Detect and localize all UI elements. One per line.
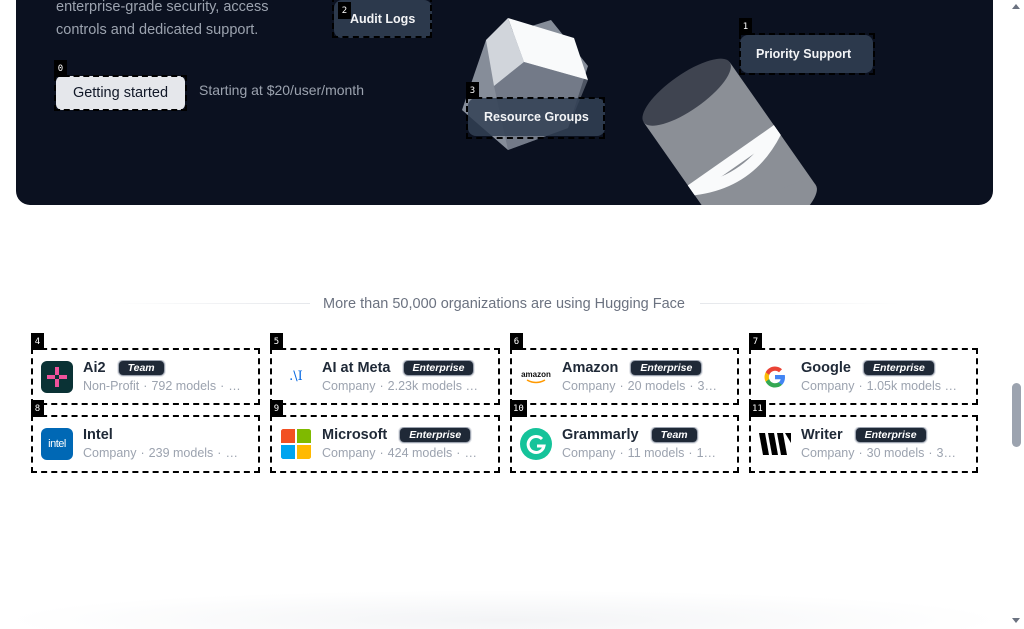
org-badge: Enterprise xyxy=(630,360,703,376)
hero-description: enterprise-grade security, access contro… xyxy=(56,0,316,42)
org-more: … xyxy=(228,379,241,393)
priority-support-chip: Priority Support xyxy=(740,35,873,73)
org-models: 30 models xyxy=(866,446,925,460)
amazon-logo: amazon xyxy=(520,360,552,393)
microsoft-squares-icon xyxy=(281,428,311,459)
grammarly-logo xyxy=(520,427,552,460)
org-models: 239 models xyxy=(148,446,214,460)
org-type: Company xyxy=(801,446,855,460)
writer-w-icon xyxy=(759,432,791,455)
ai2-logo xyxy=(41,360,73,393)
grammarly-g-icon xyxy=(526,434,546,454)
org-type: Company xyxy=(801,379,855,393)
org-name: Grammarly xyxy=(562,427,639,443)
microsoft-logo xyxy=(280,427,312,460)
org-more: … xyxy=(465,379,479,393)
org-badge: Team xyxy=(650,427,698,443)
org-models: 11 models xyxy=(627,446,685,460)
org-more: 1… xyxy=(696,446,717,460)
org-info: Microsoft Enterprise Company · 424 models ·… xyxy=(322,427,499,460)
org-name: Google xyxy=(801,360,851,376)
org-meta: Company · 2.23k models … xyxy=(322,379,479,393)
audit-logs-chip: Audit Logs xyxy=(334,0,432,38)
org-info: Ai2 Team Non-Profit · 792 models ·… xyxy=(83,360,260,393)
org-card-intel[interactable]: intel Intel Company · 239 models ·… xyxy=(31,415,260,472)
org-card-google[interactable]: Google Enterprise Company · 1.05k models … xyxy=(749,348,978,405)
orgs-section-title: More than 50,000 organizations are using… xyxy=(323,296,685,312)
org-models: 792 models xyxy=(151,379,217,393)
org-card-ai-at-meta[interactable]: .\I AI at Meta Enterprise Company · 2.23k m… xyxy=(270,348,499,405)
cube-illustration xyxy=(462,18,588,150)
amazon-wordmark-icon: amazon xyxy=(521,369,551,379)
org-type: Company xyxy=(322,446,376,460)
writer-logo xyxy=(759,427,791,460)
org-info: Google Enterprise Company · 1.05k models … xyxy=(801,360,978,393)
org-name: Microsoft xyxy=(322,427,388,443)
org-models: 424 models xyxy=(387,446,453,460)
intel-logo: intel xyxy=(41,427,73,460)
page-scrollbar[interactable] xyxy=(1008,0,1024,629)
org-type: Non-Profit xyxy=(83,379,140,393)
org-info: Grammarly Team Company · 11 models · 1… xyxy=(562,427,739,460)
org-badge: Enterprise xyxy=(854,427,927,443)
org-type: Company xyxy=(562,379,616,393)
org-type: Company xyxy=(562,446,616,460)
org-badge: Enterprise xyxy=(399,427,472,443)
org-more: … xyxy=(464,446,477,460)
org-meta: Company · 1.05k models … xyxy=(801,379,958,393)
scroll-up-arrow-icon[interactable] xyxy=(1012,4,1020,9)
org-meta: Company · 239 models ·… xyxy=(83,446,238,460)
org-meta: Non-Profit · 792 models ·… xyxy=(83,379,241,393)
org-models: 20 models xyxy=(627,379,686,393)
org-name: Amazon xyxy=(562,360,619,376)
org-meta: Company · 424 models ·… xyxy=(322,446,477,460)
intel-wordmark-icon: intel xyxy=(48,437,66,450)
org-more: … xyxy=(944,379,958,393)
org-card-writer[interactable]: Writer Enterprise Company · 30 models · 3… xyxy=(749,415,978,472)
org-meta: Company · 11 models · 1… xyxy=(562,446,717,460)
google-logo xyxy=(759,360,791,393)
org-badge: Enterprise xyxy=(402,360,475,376)
org-meta: Company · 30 models · 3… xyxy=(801,446,956,460)
hero-description-line-1: enterprise-grade security, access xyxy=(56,0,269,15)
org-card-grammarly[interactable]: Grammarly Team Company · 11 models · 1… xyxy=(510,415,739,472)
org-more: 3… xyxy=(936,446,956,460)
scroll-thumb[interactable] xyxy=(1012,383,1021,447)
org-card-microsoft[interactable]: Microsoft Enterprise Company · 424 models ·… xyxy=(270,415,499,472)
org-info: Writer Enterprise Company · 30 models · 3… xyxy=(801,427,978,460)
org-models: 2.23k models xyxy=(387,379,463,393)
org-info: Intel Company · 239 models ·… xyxy=(83,427,260,460)
bottom-section-shadow xyxy=(0,590,1008,629)
org-name: Writer xyxy=(801,427,843,443)
org-info: Amazon Enterprise Company · 20 models · 3… xyxy=(562,360,739,393)
org-card-ai2[interactable]: Ai2 Team Non-Profit · 792 models ·… xyxy=(31,348,260,405)
ai2-mark-icon xyxy=(47,366,67,387)
org-meta: Company · 20 models · 3… xyxy=(562,379,717,393)
org-models: 1.05k models xyxy=(866,379,942,393)
meta-logo: .\I xyxy=(280,360,312,393)
meta-ai-mark-icon: .\I xyxy=(289,369,303,384)
org-info: AI at Meta Enterprise Company · 2.23k model… xyxy=(322,360,499,393)
org-name: AI at Meta xyxy=(322,360,391,376)
org-more: 3… xyxy=(697,379,717,393)
price-text: Starting at $20/user/month xyxy=(199,82,364,98)
resource-groups-chip: Resource Groups xyxy=(468,98,605,136)
org-badge: Team xyxy=(117,360,165,376)
enterprise-hero: enterprise-grade security, access contro… xyxy=(16,0,993,205)
org-name: Intel xyxy=(83,427,113,443)
amazon-smile-icon xyxy=(526,378,546,383)
org-badge: Enterprise xyxy=(862,360,935,376)
org-more: … xyxy=(225,446,238,460)
scroll-down-arrow-icon[interactable] xyxy=(1012,618,1020,623)
org-name: Ai2 xyxy=(83,360,106,376)
org-card-amazon[interactable]: amazon Amazon Enterprise Company · 20 model… xyxy=(510,348,739,405)
google-g-icon xyxy=(764,366,785,387)
getting-started-button[interactable]: Getting started xyxy=(56,76,185,110)
org-type: Company xyxy=(322,379,376,393)
org-type: Company xyxy=(83,446,137,460)
hero-description-line-2: controls and dedicated support. xyxy=(56,22,259,38)
